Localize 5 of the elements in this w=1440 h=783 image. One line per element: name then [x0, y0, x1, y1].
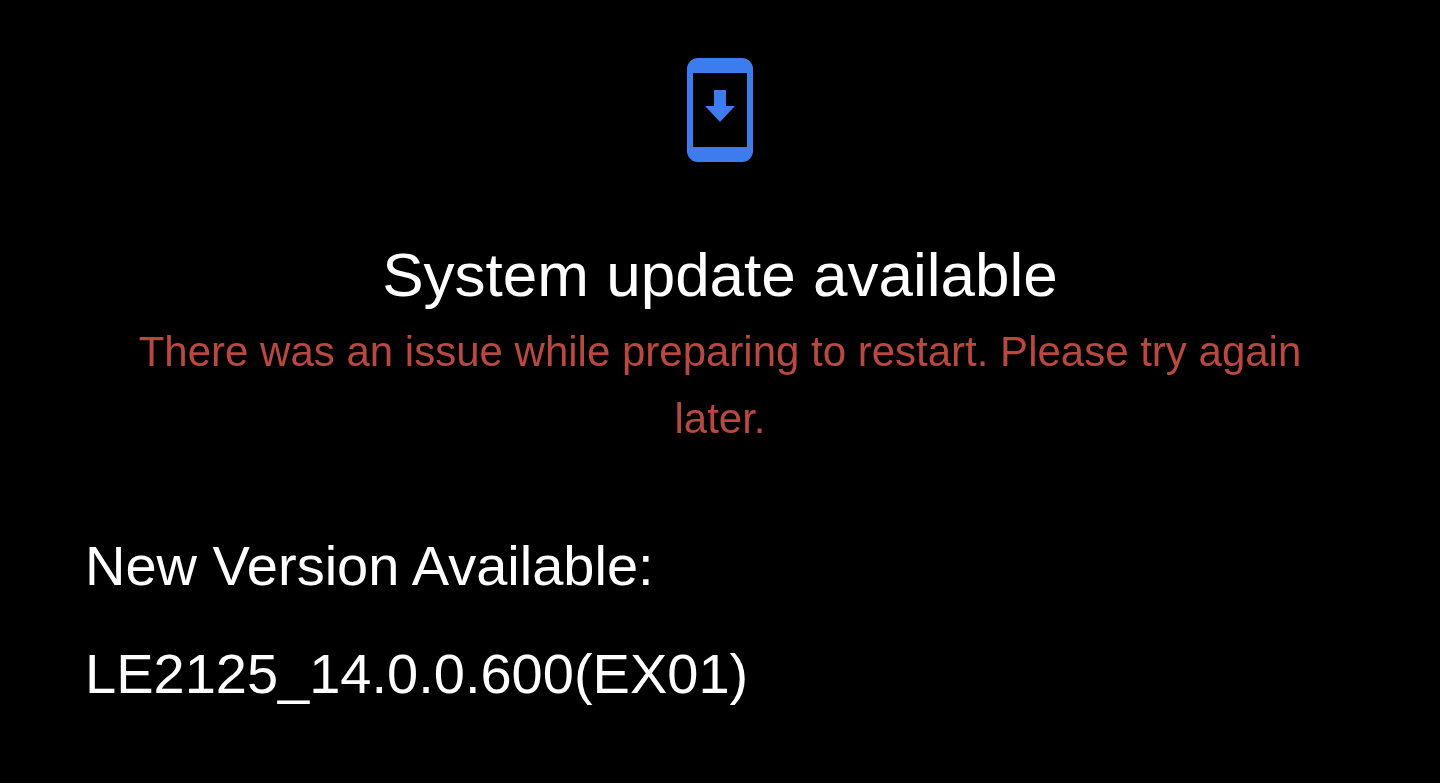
- phone-download-icon: [687, 58, 753, 162]
- error-message: There was an issue while preparing to restart. Please try again later.: [137, 327, 1303, 445]
- title: System update available: [382, 239, 1058, 311]
- version-label: New Version Available:: [85, 533, 655, 600]
- version-number: LE2125_14.0.0.600(EX01): [85, 641, 750, 708]
